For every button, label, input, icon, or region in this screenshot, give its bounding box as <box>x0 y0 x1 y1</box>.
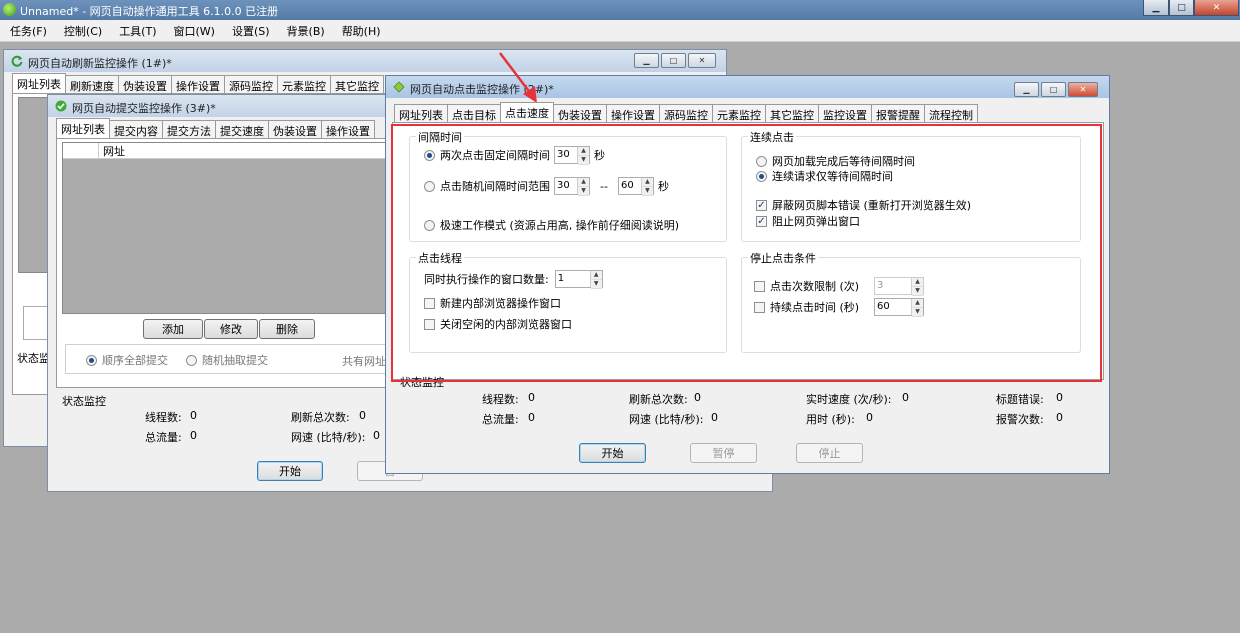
tab-flow-control[interactable]: 流程控制 <box>924 104 978 122</box>
net-speed-label: 网速 (比特/秒): <box>629 413 704 426</box>
tab-click-speed[interactable]: 点击速度 <box>500 102 554 122</box>
traffic-label: 总流量: <box>482 413 519 426</box>
tab-click-target[interactable]: 点击目标 <box>447 104 501 122</box>
title-error-label: 标题错误: <box>996 393 1044 406</box>
app-title: Unnamed* - 网页自动操作通用工具 6.1.0.0 已注册 <box>20 5 279 18</box>
tab-element-monitor[interactable]: 元素监控 <box>712 104 766 122</box>
minimize-button[interactable]: ▁ <box>1014 82 1039 97</box>
menu-window[interactable]: 窗口(W) <box>174 23 215 39</box>
title-error-value: 0 <box>1056 391 1063 404</box>
tab-refresh-speed[interactable]: 刷新速度 <box>65 75 119 93</box>
url-table[interactable]: 网址 <box>62 142 392 314</box>
tab-alarm[interactable]: 报警提醒 <box>871 104 925 122</box>
tab-url-list[interactable]: 网址列表 <box>394 104 448 122</box>
threads-label: 线程数: <box>145 411 182 424</box>
minimize-button[interactable]: ▁ <box>1143 0 1169 16</box>
tab-operation[interactable]: 操作设置 <box>606 104 660 122</box>
random-radio[interactable] <box>186 354 197 366</box>
tab-submit-speed[interactable]: 提交速度 <box>215 120 269 138</box>
tab-other-monitor[interactable]: 其它监控 <box>765 104 819 122</box>
edit-button[interactable]: 修改 <box>204 319 258 339</box>
refresh-icon <box>11 55 23 67</box>
threads-value: 0 <box>528 391 535 404</box>
menu-task[interactable]: 任务(F) <box>10 23 47 39</box>
tab-disguise[interactable]: 伪装设置 <box>118 75 172 93</box>
app-titlebar: Unnamed* - 网页自动操作通用工具 6.1.0.0 已注册 ▁ □ ✕ <box>0 0 1240 20</box>
tab-url-list[interactable]: 网址列表 <box>12 73 66 93</box>
menu-control[interactable]: 控制(C) <box>64 23 102 39</box>
stop-button[interactable]: 停止 <box>796 443 863 463</box>
tab-disguise[interactable]: 伪装设置 <box>268 120 322 138</box>
refresh-count-label: 刷新总次数: <box>291 411 350 424</box>
refresh-count-label: 刷新总次数: <box>629 393 688 406</box>
tab-disguise[interactable]: 伪装设置 <box>553 104 607 122</box>
total-urls-label: 共有网址 <box>342 355 386 368</box>
traffic-value: 0 <box>190 429 197 442</box>
status-label: 状态监 <box>17 352 50 365</box>
window-title: 网页自动刷新监控操作 (1#)* <box>28 57 172 70</box>
tab-monitor-settings[interactable]: 监控设置 <box>818 104 872 122</box>
start-button[interactable]: 开始 <box>579 443 646 463</box>
tab-url-list[interactable]: 网址列表 <box>56 118 110 138</box>
tab-source-monitor[interactable]: 源码监控 <box>224 75 278 93</box>
tab-submit-content[interactable]: 提交内容 <box>109 120 163 138</box>
traffic-value: 0 <box>528 411 535 424</box>
submit-mode-group: 顺序全部提交 随机抽取提交 共有网址 <box>65 344 395 374</box>
menubar: 任务(F) 控制(C) 工具(T) 窗口(W) 设置(S) 背景(B) 帮助(H… <box>0 20 1240 42</box>
window-controls: ▁ □ ✕ <box>1143 0 1239 17</box>
annotation-arrow-icon <box>499 52 537 103</box>
tab-element-monitor[interactable]: 元素监控 <box>277 75 331 93</box>
refresh-count-value: 0 <box>359 409 366 422</box>
highlight-rectangle <box>391 124 1102 382</box>
tab-submit-method[interactable]: 提交方法 <box>162 120 216 138</box>
menu-settings[interactable]: 设置(S) <box>232 23 270 39</box>
alarm-count-value: 0 <box>1056 411 1063 424</box>
elapsed-value: 0 <box>866 411 873 424</box>
check-circle-icon <box>55 100 67 112</box>
traffic-label: 总流量: <box>145 431 182 444</box>
status-title: 状态监控 <box>62 395 106 408</box>
start-button[interactable]: 开始 <box>257 461 323 481</box>
threads-label: 线程数: <box>482 393 519 406</box>
realtime-speed-label: 实时速度 (次/秒): <box>806 393 892 406</box>
column-header-url[interactable]: 网址 <box>99 143 125 158</box>
menu-help[interactable]: 帮助(H) <box>342 23 381 39</box>
realtime-speed-value: 0 <box>902 391 909 404</box>
maximize-button[interactable]: □ <box>1169 0 1194 16</box>
refresh-count-value: 0 <box>694 391 701 404</box>
threads-value: 0 <box>190 409 197 422</box>
tab-other-monitor[interactable]: 其它监控 <box>330 75 384 93</box>
close-button[interactable]: ✕ <box>1068 82 1098 97</box>
delete-button[interactable]: 删除 <box>259 319 315 339</box>
close-button[interactable]: ✕ <box>1194 0 1239 16</box>
add-button[interactable]: 添加 <box>143 319 203 339</box>
menu-tools[interactable]: 工具(T) <box>119 23 156 39</box>
pause-button[interactable]: 暂停 <box>690 443 757 463</box>
window-title: 网页自动提交监控操作 (3#)* <box>72 102 216 115</box>
window-titlebar[interactable]: 网页自动刷新监控操作 (1#)* ▁ □ ✕ <box>4 50 726 72</box>
maximize-button[interactable]: □ <box>661 53 686 68</box>
alarm-count-label: 报警次数: <box>996 413 1044 426</box>
tab-source-monitor[interactable]: 源码监控 <box>659 104 713 122</box>
maximize-button[interactable]: □ <box>1041 82 1066 97</box>
table-header: 网址 <box>63 143 391 159</box>
net-speed-value: 0 <box>373 429 380 442</box>
tab-operation[interactable]: 操作设置 <box>321 120 375 138</box>
menu-background[interactable]: 背景(B) <box>287 23 325 39</box>
close-button[interactable]: ✕ <box>688 53 716 68</box>
diamond-icon <box>393 81 405 93</box>
tab-operation[interactable]: 操作设置 <box>171 75 225 93</box>
net-speed-label: 网速 (比特/秒): <box>291 431 366 444</box>
net-speed-value: 0 <box>711 411 718 424</box>
app-icon <box>3 3 16 16</box>
elapsed-label: 用时 (秒): <box>806 413 855 426</box>
minimize-button[interactable]: ▁ <box>634 53 659 68</box>
sequential-label: 顺序全部提交 <box>102 354 168 367</box>
random-label: 随机抽取提交 <box>202 354 268 367</box>
sequential-radio[interactable] <box>86 354 97 366</box>
